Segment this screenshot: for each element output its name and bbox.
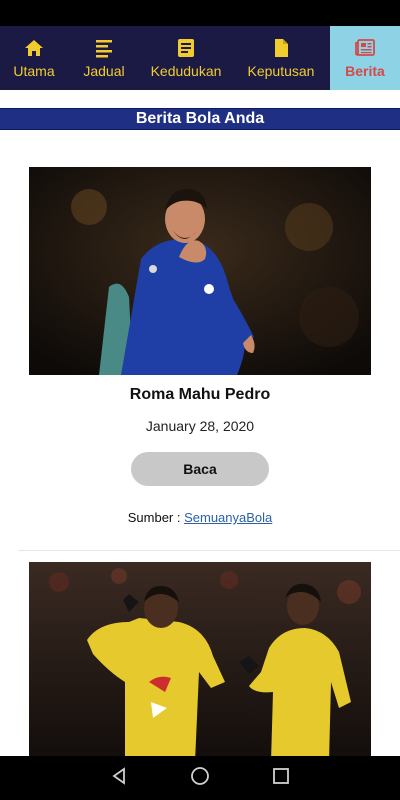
system-nav-bar — [0, 756, 400, 800]
newspaper-icon — [354, 37, 376, 59]
tab-label: Kedudukan — [150, 63, 222, 79]
recents-icon[interactable] — [272, 767, 290, 790]
tab-berita[interactable]: Berita — [330, 26, 400, 90]
document-icon — [270, 37, 292, 59]
article-photo[interactable] — [29, 167, 371, 375]
page-title: Berita Bola Anda — [0, 108, 400, 130]
standings-icon — [175, 37, 197, 59]
tab-label: Berita — [345, 63, 385, 79]
tab-label: Keputusan — [247, 63, 315, 79]
tab-kedudukan[interactable]: Kedudukan — [140, 26, 232, 90]
back-icon[interactable] — [110, 766, 128, 790]
home-button-icon[interactable] — [190, 766, 210, 791]
tab-keputusan[interactable]: Keputusan — [232, 26, 330, 90]
article-title: Roma Mahu Pedro — [129, 386, 271, 403]
tab-jadual[interactable]: Jadual — [68, 26, 140, 90]
source-link[interactable]: SemuanyaBola — [184, 510, 272, 525]
source-label: Sumber : — [127, 510, 185, 525]
article-source: Sumber : SemuanyaBola — [0, 510, 400, 525]
card-divider — [18, 550, 400, 551]
tab-label: Utama — [13, 63, 55, 79]
tab-utama[interactable]: Utama — [0, 26, 68, 90]
read-button[interactable]: Baca — [131, 452, 269, 486]
article-photo[interactable] — [29, 562, 371, 756]
spacer — [0, 90, 400, 108]
status-bar — [0, 0, 400, 26]
news-feed[interactable]: Roma Mahu Pedro January 28, 2020 Baca Su… — [0, 130, 400, 756]
home-icon — [23, 37, 45, 59]
article-date: January 28, 2020 — [145, 418, 255, 434]
tab-label: Jadual — [83, 63, 125, 79]
tab-bar: Utama Jadual Kedudukan Keputusan Berita — [0, 26, 400, 90]
list-icon — [93, 37, 115, 59]
